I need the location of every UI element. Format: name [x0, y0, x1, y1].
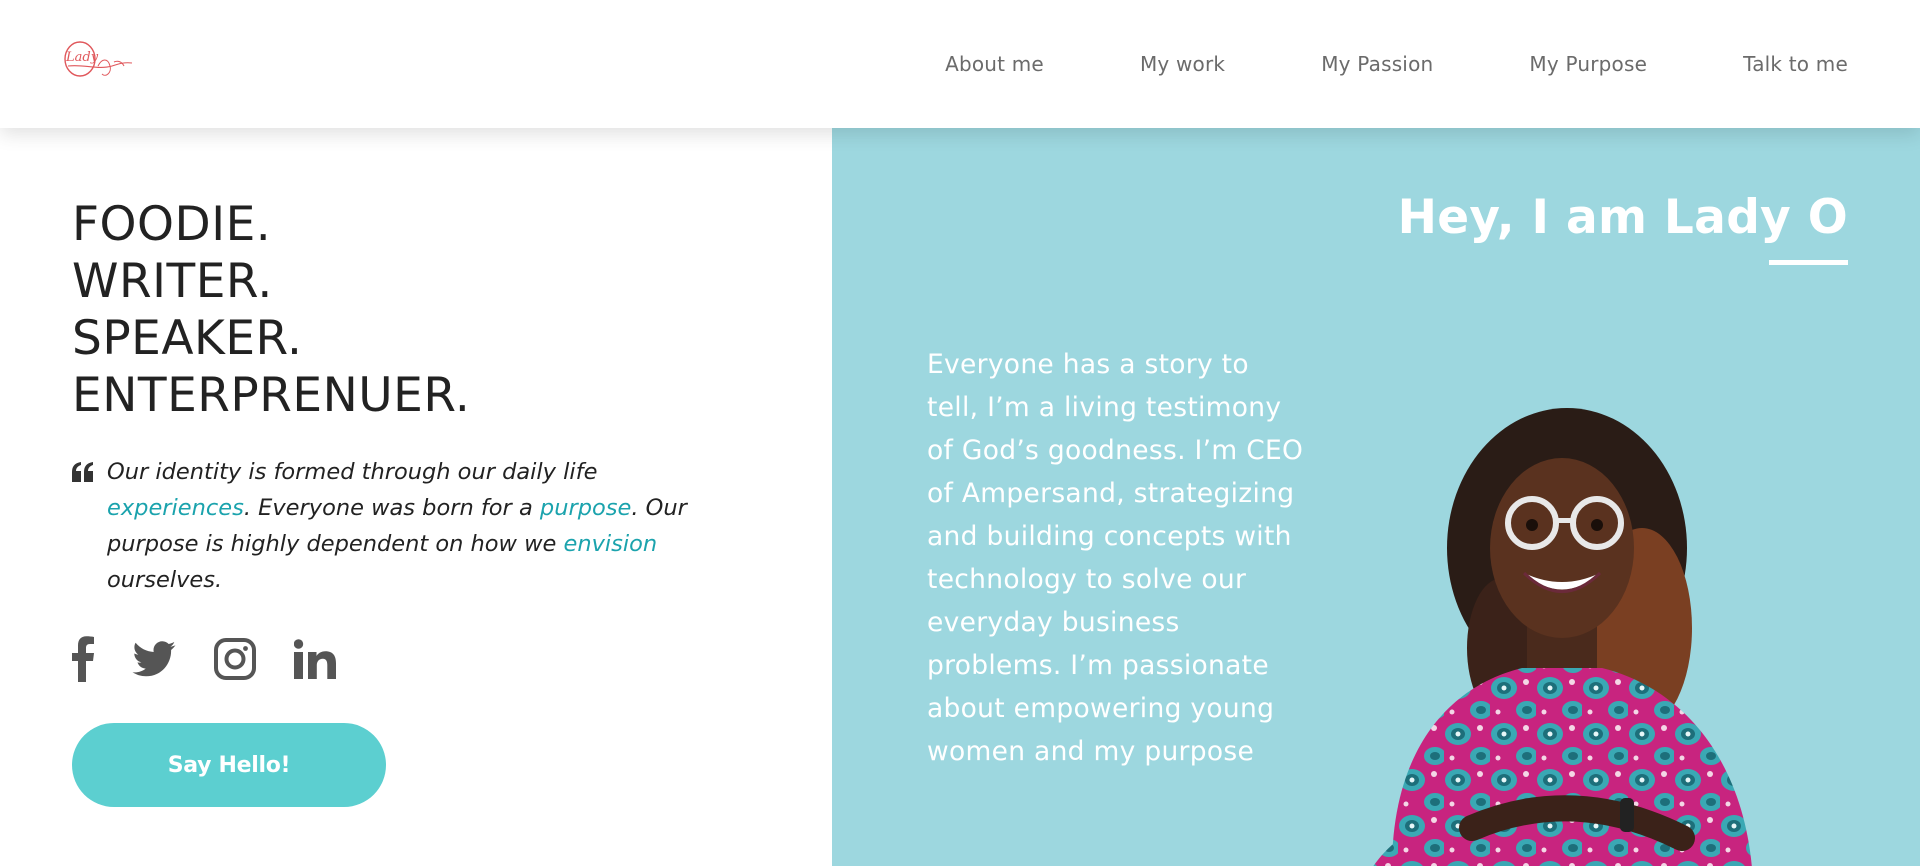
roles-heading: FOODIE. WRITER. SPEAKER. ENTERPRENUER. [72, 196, 470, 424]
say-hello-button[interactable]: Say Hello! [72, 723, 386, 807]
quote-highlight-experiences: experiences [107, 495, 244, 521]
svg-text:Lady: Lady [65, 50, 99, 65]
title-underline [1769, 260, 1848, 265]
role-speaker: SPEAKER. [72, 311, 303, 366]
role-writer: WRITER. [72, 254, 273, 309]
bio-text: Everyone has a story to tell, I’m a livi… [927, 349, 1304, 767]
linkedin-icon[interactable] [293, 639, 336, 683]
hero-title: Hey, I am Lady O [1397, 190, 1848, 245]
nav-my-passion[interactable]: My Passion [1321, 52, 1433, 76]
facebook-icon[interactable] [72, 636, 94, 686]
role-foodie: FOODIE. [72, 197, 272, 252]
portrait-photo [1373, 408, 1752, 866]
site-header: Lady About me My work My Passion My Purp… [0, 0, 1920, 128]
quote-text-1: Our identity is formed through our daily… [107, 459, 598, 485]
role-entrepreneur: ENTERPRENUER. [72, 368, 471, 423]
identity-quote: Our identity is formed through our daily… [107, 454, 747, 598]
quote-text-4: ourselves. [107, 567, 223, 593]
quote-text-2: . Everyone was born for a [243, 495, 540, 521]
nav-my-purpose[interactable]: My Purpose [1529, 52, 1647, 76]
nav-my-work[interactable]: My work [1140, 52, 1225, 76]
hero-left: FOODIE. WRITER. SPEAKER. ENTERPRENUER. O… [0, 128, 832, 866]
hero-right: Hey, I am Lady O Everyone has a story to… [832, 128, 1920, 866]
nav-about-me[interactable]: About me [945, 52, 1044, 76]
quote-highlight-purpose: purpose [539, 495, 632, 521]
social-links [72, 636, 374, 686]
nav-talk-to-me[interactable]: Talk to me [1743, 52, 1848, 76]
quote-icon [72, 462, 93, 482]
twitter-icon[interactable] [132, 641, 176, 681]
instagram-icon[interactable] [214, 638, 256, 684]
main-nav: About me My work My Passion My Purpose T… [945, 52, 1848, 76]
logo[interactable]: Lady [58, 36, 134, 86]
quote-highlight-envision: envision [563, 531, 658, 557]
